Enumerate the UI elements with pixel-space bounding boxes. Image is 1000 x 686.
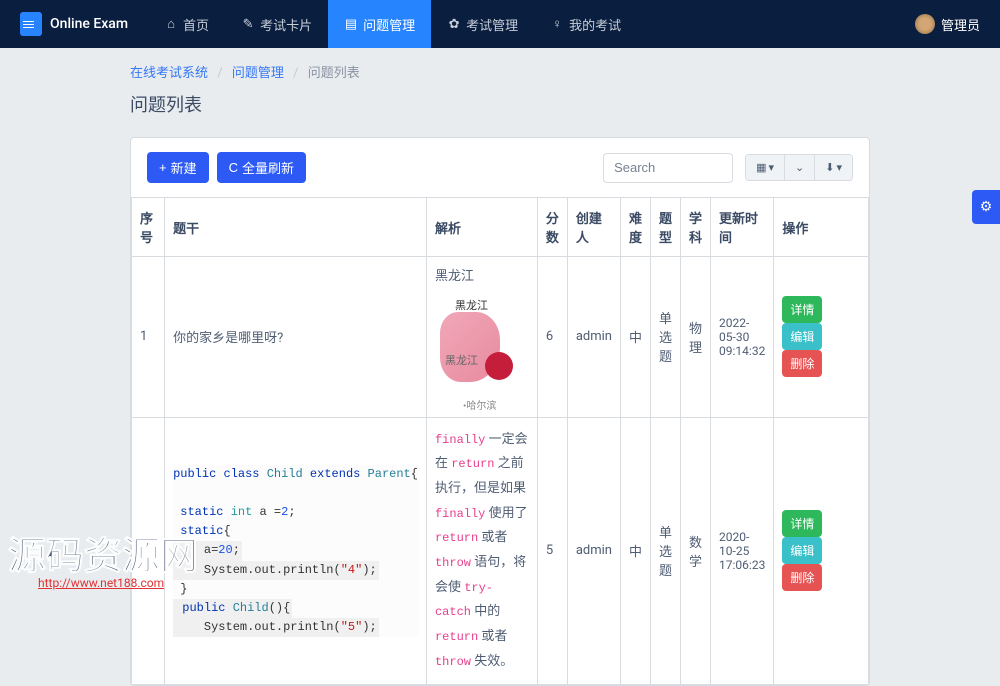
cell-difficulty: 中 xyxy=(620,257,650,418)
content-card: + 新建 C 全量刷新 ▦▾ ⌄ ⬇▾ 序号 题干 解析 分数 创建人 xyxy=(130,137,870,686)
edit-button[interactable]: 编辑 xyxy=(782,537,822,564)
page-header: 在线考试系统 / 问题管理 / 问题列表 问题列表 xyxy=(0,48,1000,117)
detail-button[interactable]: 详情 xyxy=(782,296,822,323)
download-button[interactable]: ⬇▾ xyxy=(815,155,852,180)
card-toolbar: + 新建 C 全量刷新 ▦▾ ⌄ ⬇▾ xyxy=(131,138,869,197)
refresh-button[interactable]: C 全量刷新 xyxy=(217,152,306,183)
logo-icon xyxy=(20,12,42,36)
map-label: 黑龙江 xyxy=(445,352,478,368)
cell-updated: 2022-05-30 09:14:32 xyxy=(711,257,774,418)
table-row: public class Child extends Parent{ stati… xyxy=(132,417,869,685)
breadcrumb-leaf: 问题列表 xyxy=(308,66,360,81)
question-icon: ▤ xyxy=(344,17,358,31)
nav-home-label: 首页 xyxy=(183,15,209,34)
nav-question-mgmt-label: 问题管理 xyxy=(363,15,415,34)
cell-subject: 数学 xyxy=(681,417,711,685)
cell-score: 5 xyxy=(537,417,567,685)
cell-ops: 详情 编辑 删除 xyxy=(774,257,869,418)
brand: Online Exam xyxy=(20,12,128,36)
top-navbar: Online Exam ⌂ 首页 ✎ 考试卡片 ▤ 问题管理 ✿ 考试管理 ♀ … xyxy=(0,0,1000,48)
breadcrumb-mid[interactable]: 问题管理 xyxy=(232,66,284,81)
nav-menu: ⌂ 首页 ✎ 考试卡片 ▤ 问题管理 ✿ 考试管理 ♀ 我的考试 xyxy=(148,0,915,48)
card-icon: ✎ xyxy=(241,17,255,31)
analysis-title: 黑龙江 xyxy=(435,267,529,287)
cell-seq: 1 xyxy=(132,257,165,418)
cell-score: 6 xyxy=(537,257,567,418)
col-ops[interactable]: 操作 xyxy=(774,198,869,257)
refresh-button-label: 全量刷新 xyxy=(242,158,294,177)
search-input[interactable] xyxy=(603,153,733,183)
grid-icon: ▦ xyxy=(756,161,766,174)
plus-icon: + xyxy=(159,160,167,175)
col-subj[interactable]: 学科 xyxy=(681,198,711,257)
delete-button[interactable]: 删除 xyxy=(782,564,822,591)
code-snippet: public class Child extends Parent{ stati… xyxy=(173,465,418,638)
col-creator[interactable]: 创建人 xyxy=(567,198,620,257)
nav-my-exam-label: 我的考试 xyxy=(569,15,621,34)
cell-question: 你的家乡是哪里呀? xyxy=(165,257,427,418)
breadcrumb: 在线考试系统 / 问题管理 / 问题列表 xyxy=(130,62,870,81)
cell-type: 单选题 xyxy=(651,257,681,418)
toolbar-left: + 新建 C 全量刷新 xyxy=(147,152,306,183)
cell-analysis: 黑龙江 黑龙江 黑龙江 •哈尔滨 xyxy=(426,257,537,418)
caret-down-icon: ▾ xyxy=(769,161,775,174)
avatar xyxy=(915,14,935,34)
nav-exam-card-label: 考试卡片 xyxy=(260,15,312,34)
cell-analysis: finally 一定会在 return 之前执行，但是如果 finally 使用… xyxy=(426,417,537,685)
download-icon: ⬇ xyxy=(825,161,834,174)
delete-button[interactable]: 删除 xyxy=(782,350,822,377)
col-seq[interactable]: 序号 xyxy=(132,198,165,257)
view-controls: ▦▾ ⌄ ⬇▾ xyxy=(745,154,853,181)
user-icon: ♀ xyxy=(550,17,564,31)
col-type[interactable]: 题型 xyxy=(651,198,681,257)
toolbar-right: ▦▾ ⌄ ⬇▾ xyxy=(603,153,853,183)
col-analysis[interactable]: 解析 xyxy=(426,198,537,257)
gear-icon: ⚙ xyxy=(980,199,993,215)
cell-seq xyxy=(132,417,165,685)
user-role: 管理员 xyxy=(941,15,980,34)
cell-creator: admin xyxy=(567,257,620,418)
exam-icon: ✿ xyxy=(447,17,461,31)
settings-tab[interactable]: ⚙ xyxy=(972,190,1000,224)
cell-creator: admin xyxy=(567,417,620,685)
cell-updated: 2020-10-25 17:06:23 xyxy=(711,417,774,685)
table-row: 1 你的家乡是哪里呀? 黑龙江 黑龙江 黑龙江 •哈尔滨 6 xyxy=(132,257,869,418)
nav-question-mgmt[interactable]: ▤ 问题管理 xyxy=(328,0,431,48)
cell-question: public class Child extends Parent{ stati… xyxy=(165,417,427,685)
nav-home[interactable]: ⌂ 首页 xyxy=(148,0,225,48)
user-area[interactable]: 管理员 xyxy=(915,14,980,34)
cell-difficulty: 中 xyxy=(620,417,650,685)
refresh-icon: C xyxy=(229,160,238,175)
col-time[interactable]: 更新时间 xyxy=(711,198,774,257)
cell-ops: 详情 编辑 删除 xyxy=(774,417,869,685)
nav-exam-mgmt[interactable]: ✿ 考试管理 xyxy=(431,0,534,48)
question-table: 序号 题干 解析 分数 创建人 难度 题型 学科 更新时间 操作 1 你的家乡是… xyxy=(131,197,869,685)
col-score[interactable]: 分数 xyxy=(537,198,567,257)
home-icon: ⌂ xyxy=(164,17,178,31)
nav-exam-mgmt-label: 考试管理 xyxy=(466,15,518,34)
breadcrumb-root[interactable]: 在线考试系统 xyxy=(130,66,208,81)
new-button-label: 新建 xyxy=(171,158,197,177)
cell-subject: 物理 xyxy=(681,257,711,418)
col-diff[interactable]: 难度 xyxy=(620,198,650,257)
caret-down-icon: ▾ xyxy=(836,161,842,174)
col-question[interactable]: 题干 xyxy=(165,198,427,257)
columns-button[interactable]: ▦▾ xyxy=(746,155,785,180)
expand-button[interactable]: ⌄ xyxy=(785,155,815,180)
map-label: •哈尔滨 xyxy=(463,397,496,412)
cell-type: 单选题 xyxy=(651,417,681,685)
analysis-text: finally 一定会在 return 之前执行，但是如果 finally 使用… xyxy=(435,428,529,675)
nav-my-exam[interactable]: ♀ 我的考试 xyxy=(534,0,637,48)
app-name: Online Exam xyxy=(50,16,128,32)
nav-exam-card[interactable]: ✎ 考试卡片 xyxy=(225,0,328,48)
map-label: 黑龙江 xyxy=(455,297,488,313)
table-header-row: 序号 题干 解析 分数 创建人 难度 题型 学科 更新时间 操作 xyxy=(132,198,869,257)
page-title: 问题列表 xyxy=(130,91,870,117)
new-button[interactable]: + 新建 xyxy=(147,152,209,183)
map-image: 黑龙江 黑龙江 •哈尔滨 xyxy=(435,297,519,407)
detail-button[interactable]: 详情 xyxy=(782,510,822,537)
chevron-down-icon: ⌄ xyxy=(795,161,804,174)
edit-button[interactable]: 编辑 xyxy=(782,323,822,350)
